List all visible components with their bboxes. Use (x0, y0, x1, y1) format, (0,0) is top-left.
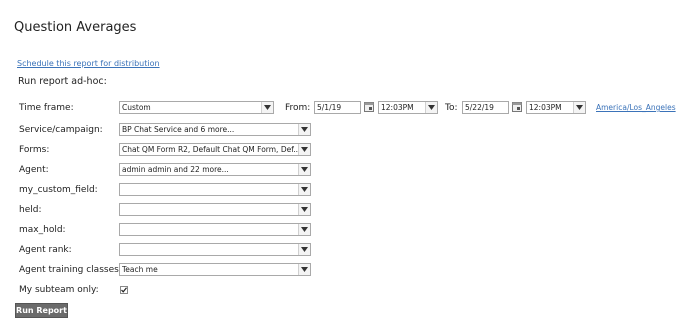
agent-rank-label: Agent rank: (19, 245, 72, 255)
agent-training-value: Teach me (122, 265, 158, 274)
service-campaign-label: Service/campaign: (19, 125, 103, 135)
forms-value: Chat QM Form R2, Default Chat QM Form, D… (122, 145, 301, 154)
agent-training-select[interactable]: Teach me (119, 263, 311, 276)
service-campaign-select[interactable]: BP Chat Service and 6 more... (119, 123, 311, 136)
from-time-select[interactable]: 12:03PM (378, 101, 438, 114)
agent-training-label: Agent training classes: (19, 265, 122, 275)
max-hold-select[interactable] (119, 223, 311, 236)
my-custom-field-select[interactable] (119, 183, 311, 196)
time-frame-label: Time frame: (19, 103, 74, 113)
chevron-down-icon (298, 144, 310, 155)
my-subteam-label: My subteam only: (19, 285, 99, 295)
time-frame-value: Custom (122, 103, 151, 112)
from-label: From: (285, 103, 311, 113)
schedule-report-link[interactable]: Schedule this report for distribution (17, 59, 160, 68)
agent-select[interactable]: admin admin and 22 more... (119, 163, 311, 176)
forms-label: Forms: (19, 145, 50, 155)
to-label: To: (445, 103, 458, 113)
chevron-down-icon (298, 244, 310, 255)
chevron-down-icon (298, 204, 310, 215)
my-subteam-checkbox[interactable] (120, 286, 128, 294)
chevron-down-icon (298, 264, 310, 275)
chevron-down-icon (298, 164, 310, 175)
chevron-down-icon (573, 102, 585, 113)
chevron-down-icon (425, 102, 437, 113)
timezone-link[interactable]: America/Los_Angeles (596, 103, 676, 112)
agent-label: Agent: (19, 165, 49, 175)
chevron-down-icon (298, 124, 310, 135)
chevron-down-icon (298, 184, 310, 195)
adhoc-label: Run report ad-hoc: (18, 76, 107, 87)
calendar-icon[interactable] (512, 102, 522, 112)
page-title: Question Averages (14, 20, 137, 35)
held-label: held: (19, 205, 42, 215)
to-time-select[interactable]: 12:03PM (526, 101, 586, 114)
to-date-input[interactable]: 5/22/19 (462, 101, 509, 114)
my-custom-field-label: my_custom_field: (19, 185, 98, 195)
chevron-down-icon (261, 102, 273, 113)
held-select[interactable] (119, 203, 311, 216)
max-hold-label: max_hold: (19, 225, 66, 235)
agent-value: admin admin and 22 more... (122, 165, 229, 174)
from-date-input[interactable]: 5/1/19 (314, 101, 361, 114)
calendar-icon[interactable] (364, 102, 374, 112)
forms-select[interactable]: Chat QM Form R2, Default Chat QM Form, D… (119, 143, 311, 156)
time-frame-select[interactable]: Custom (119, 101, 274, 114)
chevron-down-icon (298, 224, 310, 235)
agent-rank-select[interactable] (119, 243, 311, 256)
service-campaign-value: BP Chat Service and 6 more... (122, 125, 235, 134)
run-report-button[interactable]: Run Report (15, 303, 68, 318)
